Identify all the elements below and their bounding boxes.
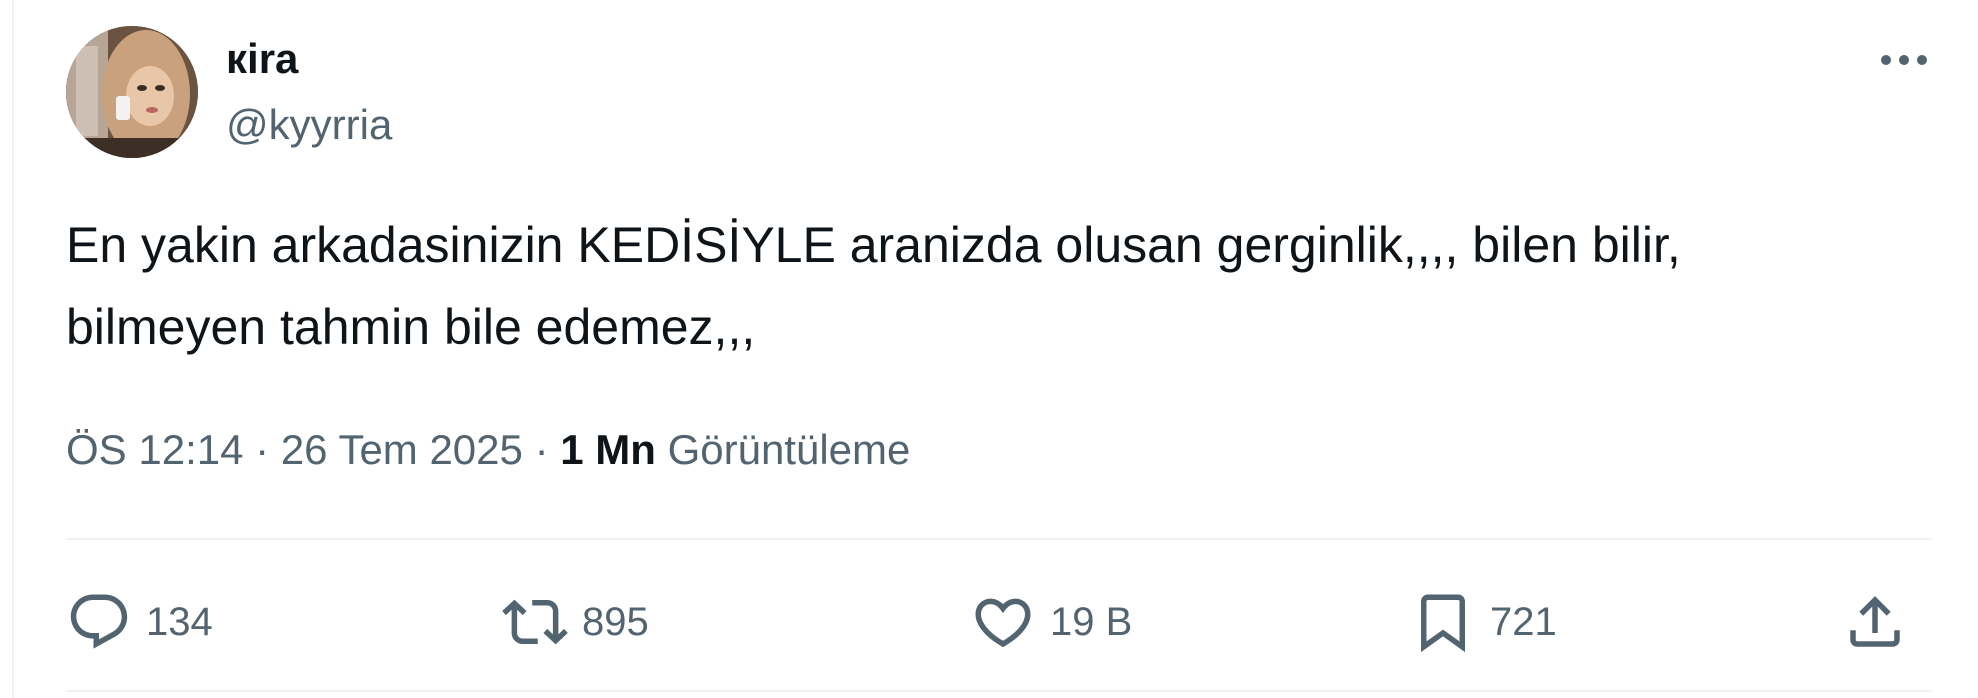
more-options-button[interactable] bbox=[1876, 42, 1932, 78]
share-button[interactable] bbox=[1842, 584, 1908, 660]
like-button[interactable]: 19 B bbox=[970, 584, 1132, 660]
bookmark-icon bbox=[1421, 594, 1465, 653]
views-label: Görüntüleme bbox=[667, 426, 911, 473]
divider bbox=[66, 690, 1932, 692]
reply-icon bbox=[70, 594, 128, 649]
avatar-photo bbox=[66, 26, 198, 158]
column-border bbox=[12, 0, 14, 698]
tweet-detail: кira @kyyrria En yakin arkadasinizin KED… bbox=[0, 0, 1978, 698]
reply-button[interactable]: 134 bbox=[66, 584, 213, 660]
retweet-icon bbox=[502, 599, 568, 645]
more-horizontal-icon bbox=[1881, 55, 1927, 65]
like-count: 19 B bbox=[1050, 600, 1133, 644]
meta-separator: · bbox=[255, 426, 270, 473]
tweet-meta: ÖS 12:14 · 26 Tem 2025 · 1 Mn Görüntülem… bbox=[66, 422, 910, 478]
meta-separator: · bbox=[534, 426, 549, 473]
divider bbox=[66, 538, 1932, 540]
tweet-text: En yakin arkadasinizin KEDİSİYLE aranizd… bbox=[66, 217, 1681, 355]
views-count: 1 Mn bbox=[560, 426, 656, 473]
share-icon bbox=[1850, 596, 1900, 647]
bookmark-count: 721 bbox=[1490, 600, 1557, 644]
heart-icon bbox=[975, 598, 1031, 648]
author-handle[interactable]: @kyyrria bbox=[226, 100, 392, 150]
reply-count: 134 bbox=[146, 600, 213, 644]
tweet-date[interactable]: 26 Tem 2025 bbox=[281, 426, 523, 473]
tweet-time[interactable]: ÖS 12:14 bbox=[66, 426, 243, 473]
retweet-button[interactable]: 895 bbox=[502, 584, 649, 660]
author-avatar[interactable] bbox=[66, 26, 198, 158]
bookmark-button[interactable]: 721 bbox=[1410, 584, 1557, 660]
action-bar: 134 895 19 B 721 bbox=[66, 584, 1932, 660]
retweet-count: 895 bbox=[582, 600, 649, 644]
author-name[interactable]: кira bbox=[226, 34, 298, 84]
